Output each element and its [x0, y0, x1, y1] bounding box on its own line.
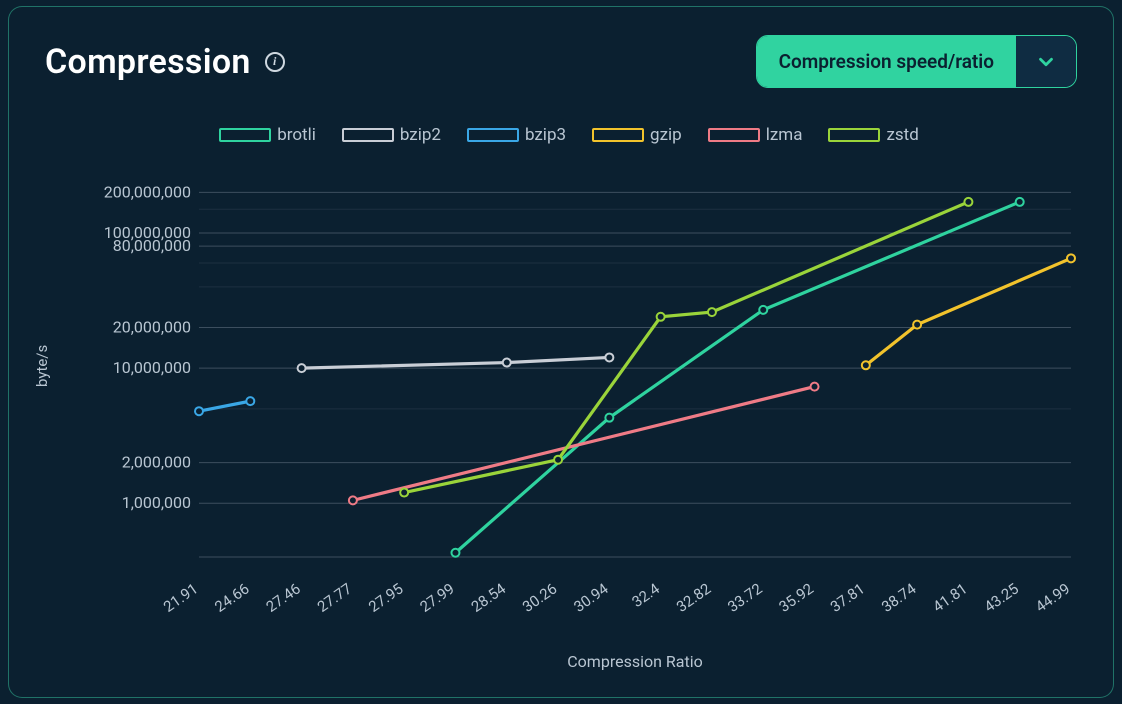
svg-text:33.72: 33.72 [724, 580, 765, 616]
chart-panel: Compression i Compression speed/ratio br… [8, 6, 1114, 698]
svg-text:32.4: 32.4 [629, 579, 664, 611]
series-zstd [404, 202, 968, 493]
svg-text:27.95: 27.95 [365, 580, 406, 616]
title-wrap: Compression i [45, 42, 285, 82]
svg-text:44.99: 44.99 [1032, 580, 1073, 616]
svg-text:43.25: 43.25 [981, 580, 1022, 616]
chevron-down-icon[interactable] [1016, 36, 1076, 87]
legend-label: bzip3 [525, 125, 566, 145]
legend-label: bzip2 [400, 125, 441, 145]
legend-swatch [219, 128, 271, 142]
series-gzip [866, 258, 1071, 365]
svg-text:27.46: 27.46 [263, 580, 304, 616]
legend-swatch [708, 128, 760, 142]
svg-text:30.26: 30.26 [519, 580, 560, 616]
legend-label: gzip [650, 125, 682, 145]
legend-item-gzip[interactable]: gzip [592, 125, 682, 145]
svg-text:2,000,000: 2,000,000 [122, 453, 191, 472]
legend-label: lzma [766, 125, 803, 145]
svg-text:24.66: 24.66 [211, 580, 252, 616]
svg-text:37.81: 37.81 [827, 580, 868, 616]
svg-text:100,000,000: 100,000,000 [104, 223, 191, 242]
svg-text:28.54: 28.54 [468, 579, 510, 616]
svg-text:35.92: 35.92 [776, 580, 817, 616]
info-icon[interactable]: i [265, 52, 285, 72]
svg-text:27.77: 27.77 [314, 580, 355, 616]
metric-selector-label: Compression speed/ratio [757, 36, 1016, 87]
svg-text:21.91: 21.91 [160, 580, 201, 616]
legend-item-bzip2[interactable]: bzip2 [342, 125, 441, 145]
legend-swatch [592, 128, 644, 142]
legend-swatch [467, 128, 519, 142]
legend-swatch [342, 128, 394, 142]
legend-label: brotli [277, 125, 316, 145]
legend-label: zstd [886, 125, 918, 145]
svg-text:27.99: 27.99 [417, 580, 458, 616]
legend: brotli bzip2 bzip3 gzip lzma zstd [49, 117, 1089, 149]
series-lzma [353, 387, 815, 501]
svg-text:Compression Ratio: Compression Ratio [567, 652, 702, 671]
chart-area: brotlibzip2bzip3gziplzmazstd byte/s 1,00… [49, 117, 1089, 677]
legend-item-brotli[interactable]: brotli [219, 125, 316, 145]
legend-item-lzma[interactable]: lzma [708, 125, 803, 145]
svg-text:10,000,000: 10,000,000 [113, 358, 191, 377]
svg-text:32.82: 32.82 [673, 580, 714, 616]
series-bzip2 [302, 357, 610, 368]
series-bzip3 [199, 401, 250, 411]
svg-text:38.74: 38.74 [878, 579, 920, 616]
svg-text:200,000,000: 200,000,000 [104, 182, 191, 201]
chart-plot: 1,000,0002,000,00010,000,00020,000,00080… [49, 157, 1089, 677]
svg-text:41.81: 41.81 [930, 580, 971, 616]
svg-text:1,000,000: 1,000,000 [122, 493, 191, 512]
svg-text:30.94: 30.94 [570, 579, 612, 616]
panel-header: Compression i Compression speed/ratio [9, 7, 1113, 96]
legend-item-zstd[interactable]: zstd [828, 125, 918, 145]
legend-swatch [828, 128, 880, 142]
legend-item-bzip3[interactable]: bzip3 [467, 125, 566, 145]
svg-text:20,000,000: 20,000,000 [113, 317, 191, 336]
metric-selector[interactable]: Compression speed/ratio [756, 35, 1077, 88]
page-title: Compression [45, 42, 251, 82]
series-brotli [455, 202, 1019, 553]
